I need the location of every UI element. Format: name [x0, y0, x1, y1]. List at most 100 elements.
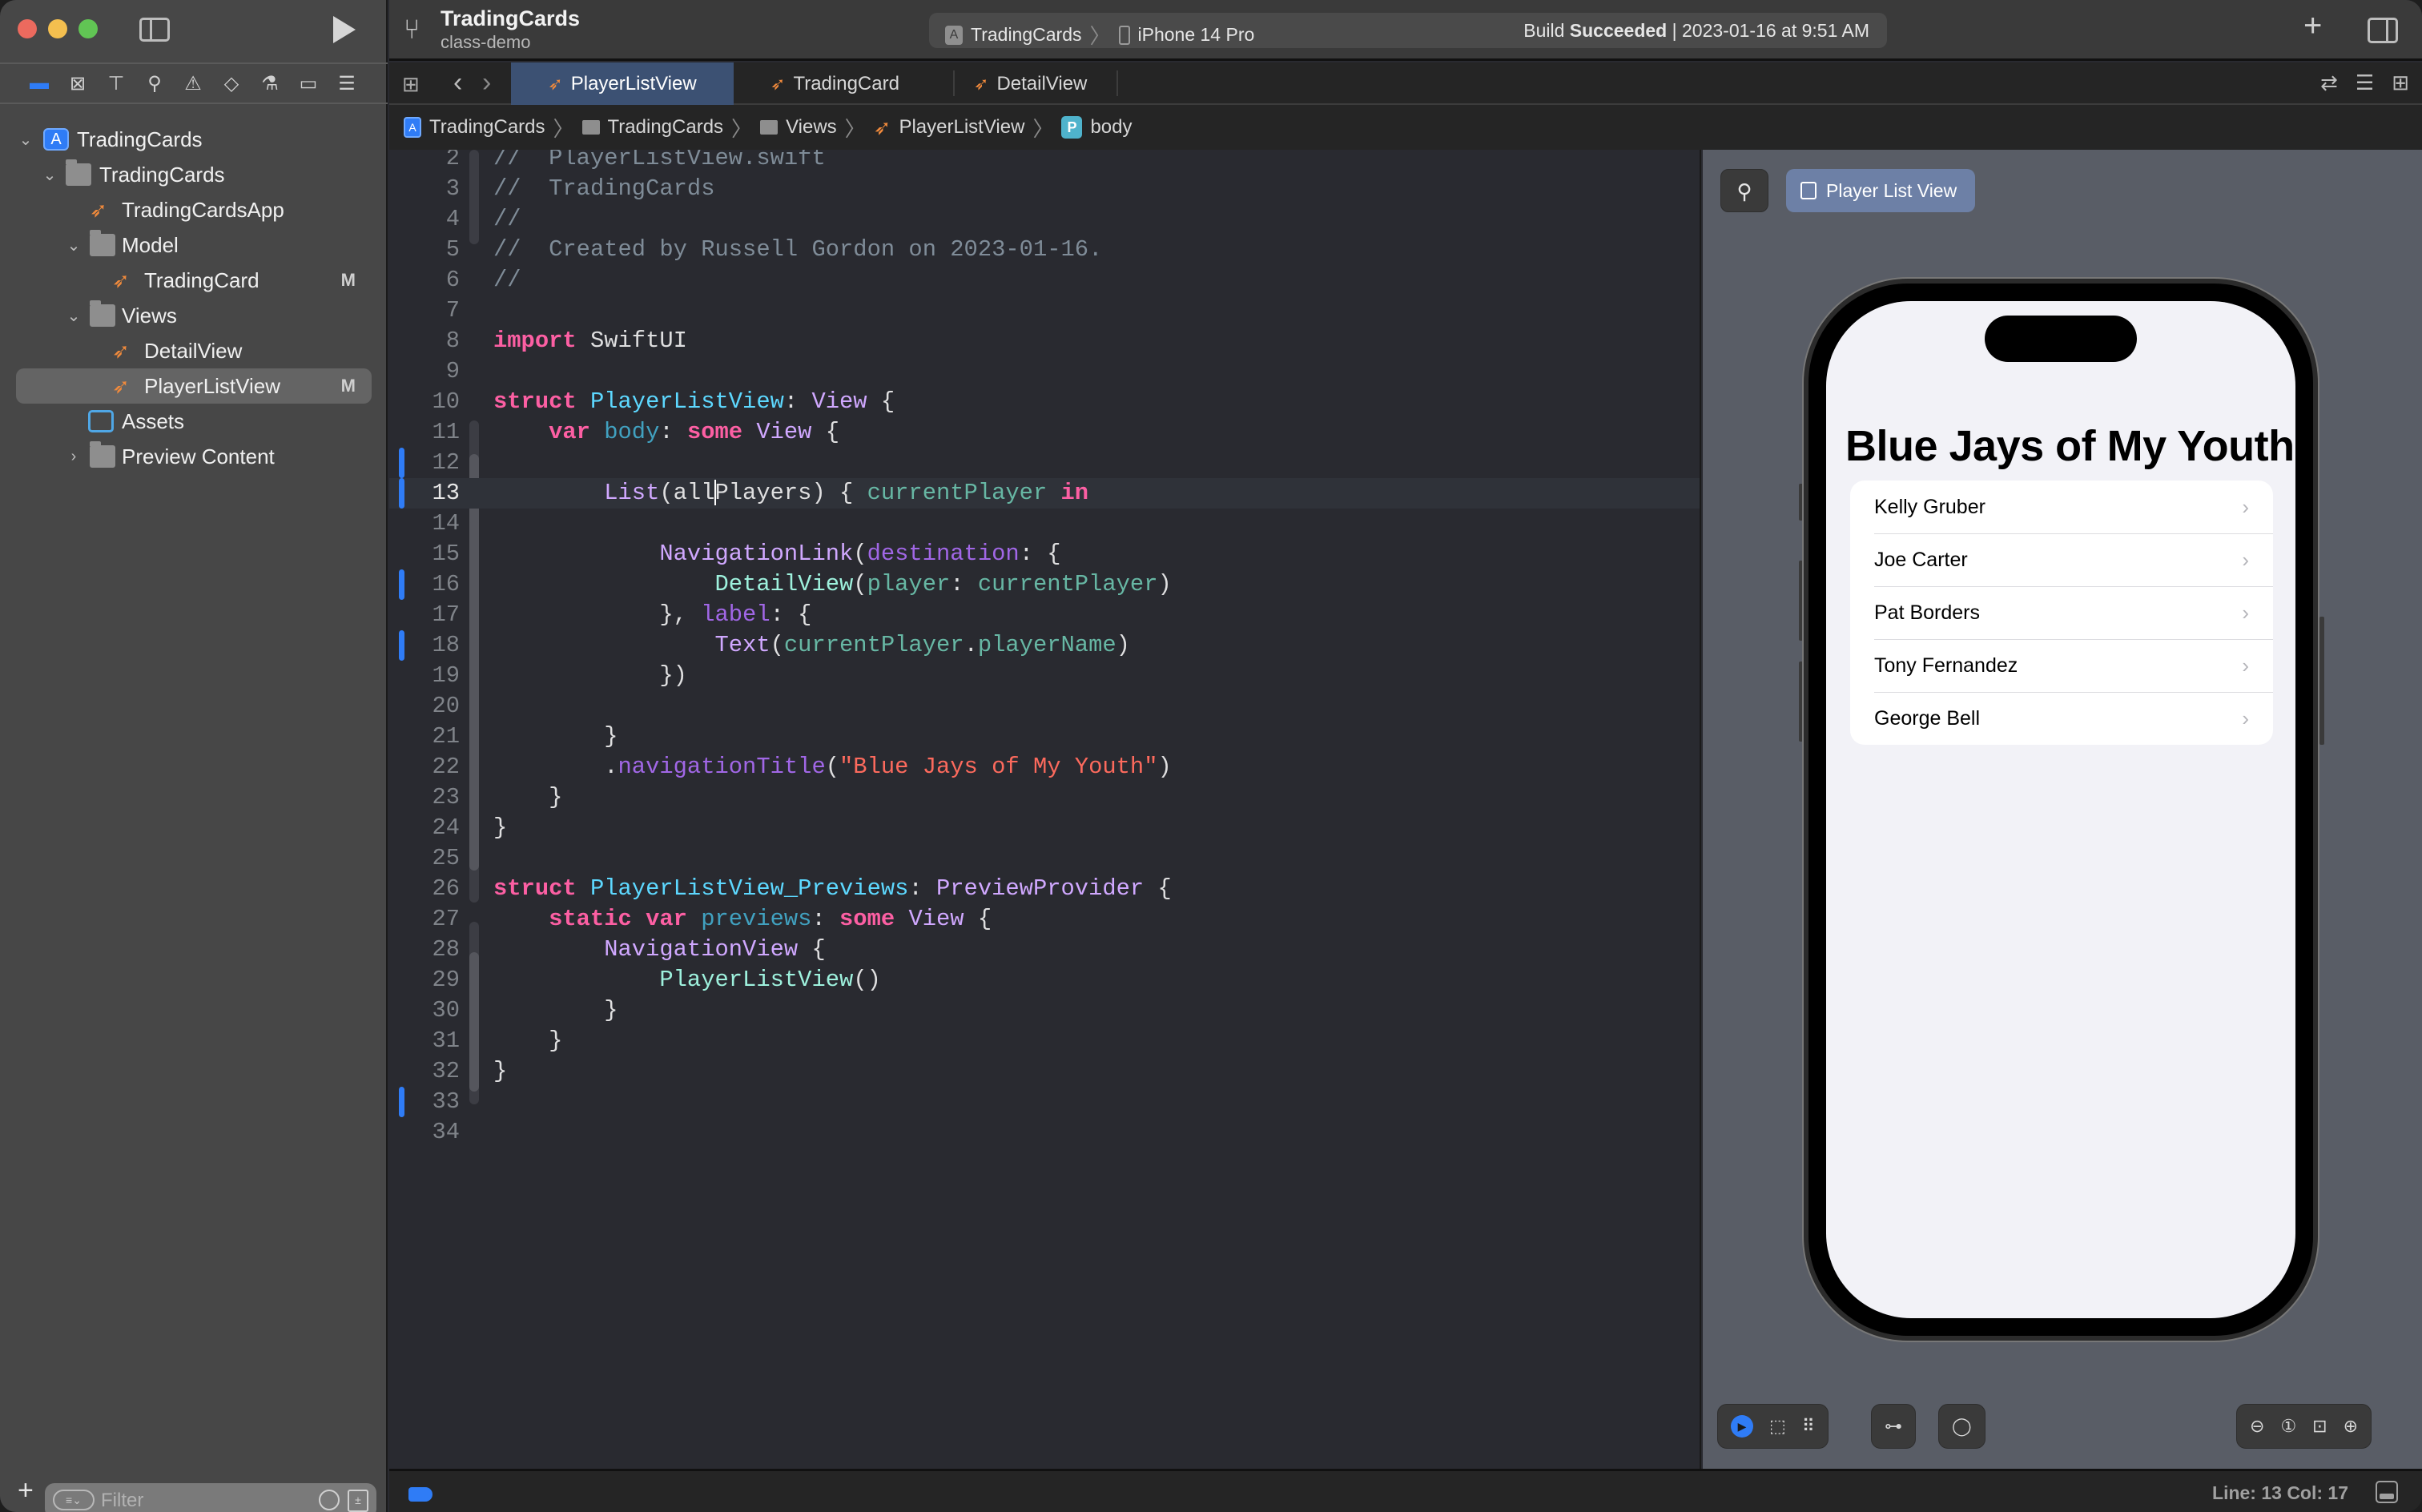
test-icon[interactable]: ◇ — [219, 71, 243, 95]
tree-item-file[interactable]: ➶ TradingCard M — [0, 263, 388, 298]
live-mode-icon[interactable]: ▶ — [1731, 1415, 1753, 1438]
code-line[interactable]: 33 — [389, 1087, 1700, 1117]
code-line[interactable]: 13 List(allPlayers) { currentPlayer in — [389, 478, 1700, 509]
code-line[interactable]: 3 // TradingCards — [389, 174, 1700, 204]
hierarchy-icon[interactable]: ⊤ — [104, 71, 128, 95]
recent-files-icon[interactable] — [319, 1490, 340, 1510]
library-add-icon[interactable]: + — [2303, 8, 2322, 44]
tree-item-assets[interactable]: Assets — [0, 404, 388, 439]
code-line[interactable]: 9 — [389, 356, 1700, 387]
code-line[interactable]: 31 } — [389, 1026, 1700, 1056]
breadcrumb-item[interactable]: TradingCards — [608, 116, 724, 139]
code-line[interactable]: 6 // — [389, 265, 1700, 296]
tab-tradingcard[interactable]: ➶ TradingCard — [759, 62, 911, 105]
tree-item-folder[interactable]: ⌄ Views — [0, 298, 388, 333]
tab-playerlistview[interactable]: ➶ PlayerListView — [511, 62, 734, 105]
scheme-selector[interactable]: A TradingCards 〉 iPhone 14 Pro — [945, 20, 1254, 50]
source-editor[interactable]: 2 // PlayerListView.swift 3 // TradingCards… — [389, 150, 1701, 1469]
code-line[interactable]: 30 } — [389, 995, 1700, 1026]
branch-name[interactable]: class-demo — [441, 32, 530, 53]
search-icon[interactable]: ⚲ — [143, 71, 167, 95]
zoom-out-icon[interactable]: ⊖ — [2250, 1416, 2264, 1437]
pin-icon[interactable]: ⚲ — [1720, 169, 1768, 212]
code-line[interactable]: 22 .navigationTitle("Blue Jays of My You… — [389, 752, 1700, 782]
code-line[interactable]: 29 PlayerListView() — [389, 965, 1700, 995]
player-list-row[interactable]: George Bell › — [1850, 692, 2273, 745]
code-line[interactable]: 5 // Created by Russell Gordon on 2023-01… — [389, 235, 1700, 265]
tree-item-folder[interactable]: ⌄ Model — [0, 227, 388, 263]
related-items-icon[interactable]: ⊞ — [402, 72, 420, 97]
breakpoint-icon[interactable]: ▭ — [296, 71, 320, 95]
add-editor-icon[interactable]: ⊞ — [2392, 70, 2409, 95]
code-line[interactable]: 8 import SwiftUI — [389, 326, 1700, 356]
code-line[interactable]: 24} — [389, 813, 1700, 843]
source-control-icon[interactable]: ⊠ — [66, 71, 90, 95]
folder-icon[interactable]: ▬ — [27, 71, 51, 95]
run-icon[interactable] — [333, 16, 356, 43]
code-line[interactable]: 15 NavigationLink(destination: { — [389, 539, 1700, 569]
breadcrumb-item[interactable]: Views — [786, 116, 837, 139]
player-list-row[interactable]: Tony Fernandez › — [1850, 639, 2273, 692]
breadcrumb-item[interactable]: PlayerListView — [899, 116, 1024, 139]
breadcrumb-item[interactable]: body — [1090, 116, 1132, 139]
player-list-row[interactable]: Pat Borders › — [1850, 586, 2273, 639]
code-line[interactable]: 16 DetailView(player: currentPlayer) — [389, 569, 1700, 600]
tree-item-file-selected[interactable]: ➶ PlayerListView M — [16, 368, 372, 404]
back-icon[interactable]: ‹ — [453, 67, 462, 99]
code-line[interactable]: 28 NavigationView { — [389, 935, 1700, 965]
zoom-window-button[interactable] — [78, 19, 98, 38]
selectable-mode-icon[interactable]: ⬚ — [1769, 1416, 1786, 1437]
player-list-row[interactable]: Joe Carter › — [1850, 533, 2273, 586]
preview-chip[interactable]: Player List View — [1786, 169, 1975, 212]
code-line[interactable]: 12 — [389, 448, 1700, 478]
code-line[interactable]: 26 struct PlayerListView_Previews: Previe… — [389, 874, 1700, 904]
forward-icon[interactable]: › — [482, 67, 491, 99]
editor-options-icon[interactable]: ☰ — [2356, 70, 2374, 95]
tree-item-file[interactable]: ➶ DetailView — [0, 333, 388, 368]
tab-detailview[interactable]: ➶ DetailView — [963, 62, 1098, 105]
code-line[interactable]: 18 Text(currentPlayer.playerName) — [389, 630, 1700, 661]
zoom-in-icon[interactable]: ⊕ — [2344, 1416, 2358, 1437]
tree-item-file[interactable]: ➶ TradingCardsApp — [0, 192, 388, 227]
code-line[interactable]: 19 }) — [389, 661, 1700, 691]
close-window-button[interactable] — [18, 19, 37, 38]
code-line[interactable]: 7 — [389, 296, 1700, 326]
debug-area-toggle-icon[interactable] — [2376, 1481, 2398, 1503]
scheme-name[interactable]: TradingCards — [971, 24, 1081, 46]
tree-item-folder[interactable]: › Preview Content — [0, 439, 388, 474]
code-line[interactable]: 32} — [389, 1056, 1700, 1087]
swap-icon[interactable]: ⇄ — [2320, 70, 2338, 95]
chevron-down-icon[interactable]: ⌄ — [66, 306, 82, 326]
player-list-row[interactable]: Kelly Gruber › — [1850, 481, 2273, 533]
run-destination[interactable]: iPhone 14 Pro — [1138, 24, 1255, 46]
device-settings-icon[interactable]: ⊶ — [1885, 1416, 1902, 1437]
code-line[interactable]: 34 — [389, 1117, 1700, 1148]
code-line[interactable]: 2 // PlayerListView.swift — [389, 150, 1700, 174]
tree-item-folder[interactable]: ⌄ TradingCards — [0, 157, 388, 192]
debug-icon[interactable]: ⚗ — [258, 71, 282, 95]
tree-item-project[interactable]: ⌄ A TradingCards — [0, 122, 388, 157]
warning-icon[interactable]: ⚠ — [181, 71, 205, 95]
code-line[interactable]: 27 static var previews: some View { — [389, 904, 1700, 935]
inspector-toggle-icon[interactable] — [2368, 18, 2398, 43]
source-control-filter-icon[interactable]: ± — [348, 1490, 368, 1512]
filter-input[interactable] — [101, 1488, 301, 1512]
code-line[interactable]: 23 } — [389, 782, 1700, 813]
branch-icon[interactable]: ⑂ — [404, 14, 420, 46]
breadcrumb-item[interactable]: TradingCards — [429, 116, 545, 139]
code-line[interactable]: 11 var body: some View { — [389, 417, 1700, 448]
add-icon[interactable]: + — [18, 1475, 34, 1506]
zoom-100-icon[interactable]: ① — [2280, 1416, 2296, 1437]
code-line[interactable]: 4 // — [389, 204, 1700, 235]
code-line[interactable]: 14 — [389, 509, 1700, 539]
filter-options-icon[interactable]: ≡⌄ — [53, 1490, 95, 1510]
chevron-down-icon[interactable]: ⌄ — [18, 130, 34, 150]
chevron-down-icon[interactable]: ⌄ — [66, 235, 82, 255]
code-line[interactable]: 17 }, label: { — [389, 600, 1700, 630]
sidebar-toggle-icon[interactable] — [139, 18, 170, 42]
code-line[interactable]: 10 struct PlayerListView: View { — [389, 387, 1700, 417]
device-icon[interactable]: ◯ — [1952, 1416, 1972, 1437]
minimize-window-button[interactable] — [48, 19, 67, 38]
zoom-fit-icon[interactable]: ⊡ — [2312, 1416, 2327, 1437]
code-line[interactable]: 21 } — [389, 722, 1700, 752]
